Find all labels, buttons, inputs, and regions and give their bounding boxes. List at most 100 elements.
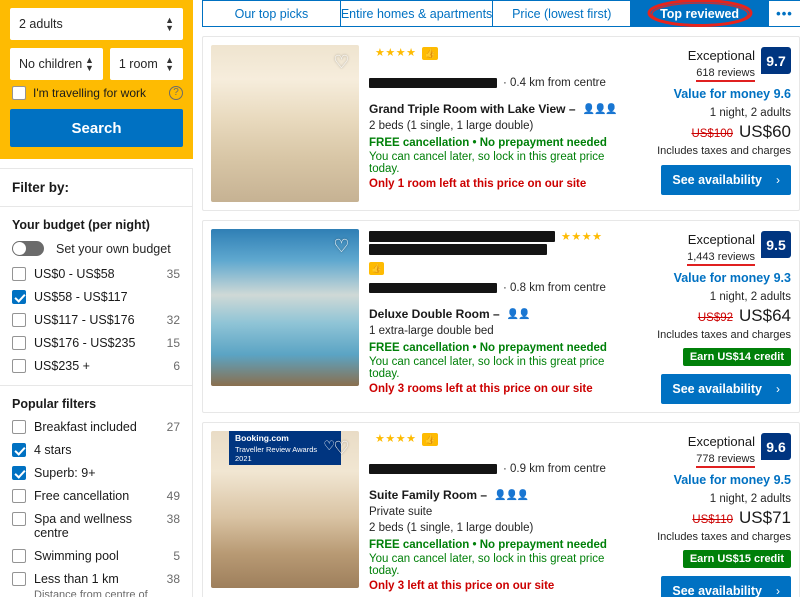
cancellation-note: You can cancel later, so lock in this gr…: [369, 151, 605, 175]
popular-filter-checkbox-4[interactable]: [12, 512, 26, 526]
popular-filter-checkbox-3[interactable]: [12, 489, 26, 503]
score-and-price-column: Exceptional 778 reviews 9.6 Value for money…: [631, 431, 791, 597]
popular-filter-label-2: Superb: 9+: [34, 466, 96, 480]
popular-filter-label-3: Free cancellation: [34, 489, 130, 503]
budget-filter-checkbox-3[interactable]: [12, 336, 26, 350]
budget-filter-count-3: 15: [166, 336, 180, 350]
property-name-row[interactable]: ★★★★ 👍: [369, 433, 623, 457]
popular-filter-1[interactable]: 4 stars: [12, 443, 180, 457]
popular-filter-checkbox-1[interactable]: [12, 443, 26, 457]
room-title: Deluxe Double Room –: [369, 307, 500, 321]
review-score-row[interactable]: Exceptional 618 reviews 9.7: [688, 47, 791, 82]
see-availability-button[interactable]: See availability ›: [661, 165, 791, 195]
work-travel-row[interactable]: I'm travelling for work ?: [12, 86, 183, 100]
see-availability-button[interactable]: See availability ›: [661, 374, 791, 404]
property-info: ★★★★ 👍 · 0.8 km from centre Deluxe Double R…: [359, 229, 631, 404]
budget-title: Your budget (per night): [12, 218, 150, 232]
room-title-row: Suite Family Room – 👤👤👤: [369, 488, 623, 502]
popular-filter-checkbox-6[interactable]: [12, 572, 26, 586]
popular-filter-checkbox-0[interactable]: [12, 420, 26, 434]
location-row: · 0.4 km from centre: [369, 77, 623, 89]
current-price: US$64: [739, 306, 791, 325]
budget-filter-checkbox-4[interactable]: [12, 359, 26, 373]
budget-filter-4[interactable]: US$235 + 6: [12, 359, 180, 373]
review-score-row[interactable]: Exceptional 778 reviews 9.6: [688, 433, 791, 468]
results-area: Our top picks Entire homes & apartments Pr…: [193, 0, 800, 597]
result-card[interactable]: ♡ ★★★★ 👍 · 0.8 km from centre Deluxe Double …: [202, 220, 800, 413]
wishlist-heart-icon[interactable]: ♡: [331, 236, 352, 257]
value-for-money: Value for money 9.6: [673, 87, 791, 101]
property-thumbnail-wrapper[interactable]: ♡: [211, 45, 359, 202]
popular-filter-checkbox-5[interactable]: [12, 549, 26, 563]
budget-filter-checkbox-2[interactable]: [12, 313, 26, 327]
popular-filter-checkbox-2[interactable]: [12, 466, 26, 480]
own-budget-toggle[interactable]: [12, 241, 44, 256]
budget-filter-label-1: US$58 - US$117: [34, 290, 128, 304]
budget-filter-0[interactable]: US$0 - US$58 35: [12, 267, 180, 281]
rooms-select[interactable]: 1 room ▲ ▼: [109, 48, 183, 80]
thumbs-up-badge-row: 👍: [369, 258, 623, 276]
current-price: US$71: [739, 508, 791, 527]
popular-title: Popular filters: [12, 397, 97, 411]
property-name-row[interactable]: ★★★★: [369, 231, 623, 255]
redaction-bar: [369, 244, 547, 255]
budget-filter-label-0: US$0 - US$58: [34, 267, 115, 281]
wishlist-heart-icon[interactable]: ♡: [331, 52, 352, 73]
score-and-price-column: Exceptional 1,443 reviews 9.5 Value for mon…: [631, 229, 791, 404]
property-thumbnail-wrapper[interactable]: ♡: [211, 229, 359, 386]
tab-our-top-picks[interactable]: Our top picks: [202, 1, 341, 26]
room-title-row: Grand Triple Room with Lake View – 👤👤👤: [369, 102, 623, 116]
budget-filter-2[interactable]: US$117 - US$176 32: [12, 313, 180, 327]
score-word: Exceptional: [687, 434, 755, 449]
tab-price-lowest-first[interactable]: Price (lowest first): [493, 1, 632, 26]
review-score-text: Exceptional 1,443 reviews: [687, 231, 755, 266]
chevron-right-icon: ›: [776, 584, 780, 597]
location-redacted: [369, 464, 497, 474]
search-button[interactable]: Search: [10, 109, 183, 147]
review-count-row: 778 reviews: [688, 449, 755, 468]
budget-filter-3[interactable]: US$176 - US$235 15: [12, 336, 180, 350]
tab-entire-homes-apartments[interactable]: Entire homes & apartments: [340, 1, 494, 26]
price-row: US$92 US$64: [698, 306, 791, 326]
popular-filter-4[interactable]: Spa and wellness centre 38: [12, 512, 180, 540]
popular-filter-count-5: 5: [173, 549, 180, 563]
property-thumbnail-wrapper[interactable]: Booking.com Traveller Review Awards 2021 ♡…: [211, 431, 359, 588]
filter-panel: Filter by: Your budget (per night) Set y…: [0, 168, 193, 597]
chevron-updown-icon: ▲ ▼: [165, 15, 174, 33]
review-score-text: Exceptional 778 reviews: [688, 433, 755, 468]
see-availability-label: See availability: [672, 382, 762, 396]
score-and-price-column: Exceptional 618 reviews 9.7 Value for money…: [631, 45, 791, 202]
review-score-row[interactable]: Exceptional 1,443 reviews 9.5: [687, 231, 791, 266]
tab-top-reviewed[interactable]: Top reviewed: [631, 1, 769, 26]
popular-filter-3[interactable]: Free cancellation 49: [12, 489, 180, 503]
popular-filter-0[interactable]: Breakfast included 27: [12, 420, 180, 434]
ellipsis-icon[interactable]: •••: [769, 1, 800, 26]
value-for-money: Value for money 9.5: [673, 473, 791, 487]
see-availability-button[interactable]: See availability ›: [661, 576, 791, 597]
chevron-right-icon: ›: [776, 173, 780, 187]
question-mark-icon[interactable]: ?: [169, 86, 183, 100]
budget-filter-checkbox-0[interactable]: [12, 267, 26, 281]
wishlist-heart-icon[interactable]: ♡: [331, 438, 352, 459]
result-card[interactable]: ♡ ★★★★ 👍 · 0.4 km from centre Grand Triple R…: [202, 36, 800, 211]
budget-filter-1[interactable]: US$58 - US$117: [12, 290, 180, 304]
budget-filter-count-4: 6: [173, 359, 180, 373]
popular-filter-2[interactable]: Superb: 9+: [12, 466, 180, 480]
children-select[interactable]: No children ▲ ▼: [10, 48, 103, 80]
budget-filter-checkbox-1[interactable]: [12, 290, 26, 304]
property-name-redacted: [369, 231, 555, 255]
children-value: No children: [19, 57, 83, 71]
review-count-row: 618 reviews: [688, 63, 755, 82]
location-row: · 0.9 km from centre: [369, 463, 623, 475]
adults-select[interactable]: 2 adults ▲ ▼: [10, 8, 183, 40]
result-card[interactable]: Booking.com Traveller Review Awards 2021 ♡…: [202, 422, 800, 597]
property-name-row[interactable]: ★★★★ 👍: [369, 47, 623, 71]
sidebar: 2 adults ▲ ▼ No children ▲ ▼ 1 room ▲ ▼ I'm…: [0, 0, 193, 597]
review-count: 778 reviews: [696, 453, 755, 468]
stay-summary: 1 night, 2 adults: [709, 291, 791, 303]
popular-filter-6[interactable]: Less than 1 kmDistance from centre of Ha…: [12, 572, 180, 597]
price-row: US$110 US$71: [692, 508, 791, 528]
own-budget-toggle-row[interactable]: Set your own budget: [12, 241, 180, 256]
work-travel-checkbox[interactable]: [12, 86, 26, 100]
popular-filter-5[interactable]: Swimming pool 5: [12, 549, 180, 563]
